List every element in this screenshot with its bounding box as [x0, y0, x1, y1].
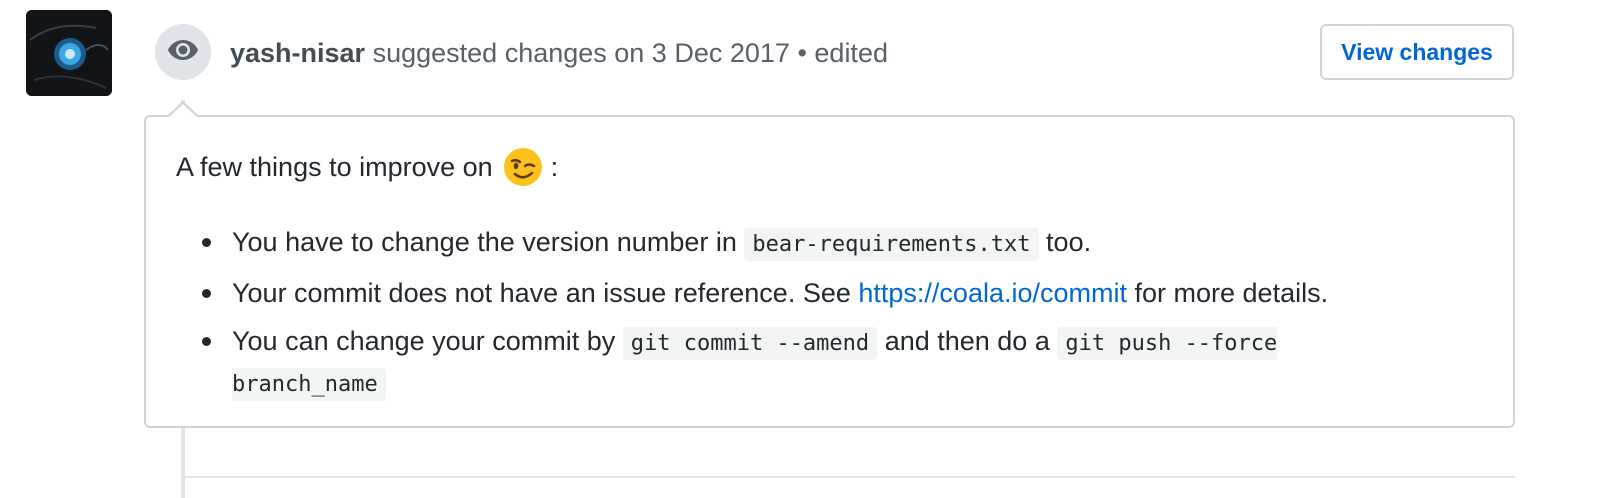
user-avatar[interactable] — [26, 10, 112, 96]
author-link[interactable]: yash-nisar — [230, 38, 365, 68]
item-text: for more details. — [1134, 278, 1329, 308]
item-text: Your commit does not have an issue refer… — [232, 278, 851, 308]
comment-intro: A few things to improve on : — [176, 147, 558, 187]
item-text: too. — [1046, 227, 1092, 257]
edited-label[interactable]: edited — [814, 38, 888, 68]
item-text: and then do a — [884, 326, 1050, 356]
separator-dot: • — [797, 38, 807, 68]
item-text: You have to change the version number in — [232, 227, 737, 257]
review-header: yash-nisar suggested changes on 3 Dec 20… — [230, 36, 888, 70]
comment-caret-inner — [169, 104, 197, 117]
review-action: suggested changes on 3 Dec 2017 — [372, 38, 790, 68]
intro-suffix: : — [550, 152, 559, 182]
commit-guide-link[interactable]: https://coala.io/commit — [858, 278, 1127, 308]
inline-code: bear-requirements.txt — [744, 228, 1039, 261]
eye-icon — [167, 39, 199, 66]
intro-text: A few things to improve on — [176, 152, 493, 182]
list-item: You can change your commit by git commit… — [176, 322, 1382, 404]
view-changes-button[interactable]: View changes — [1320, 24, 1514, 80]
list-item: You have to change the version number in… — [176, 223, 1476, 264]
timeline-divider — [185, 476, 1515, 478]
review-badge — [155, 24, 211, 80]
item-text: You can change your commit by — [232, 326, 616, 356]
winking-face-emoji-icon — [503, 147, 543, 187]
list-item: Your commit does not have an issue refer… — [176, 274, 1476, 312]
inline-code: git commit --amend — [622, 327, 878, 360]
review-comment: A few things to improve on : You have to… — [144, 115, 1515, 428]
suggestion-list: You have to change the version number in… — [176, 223, 1476, 414]
